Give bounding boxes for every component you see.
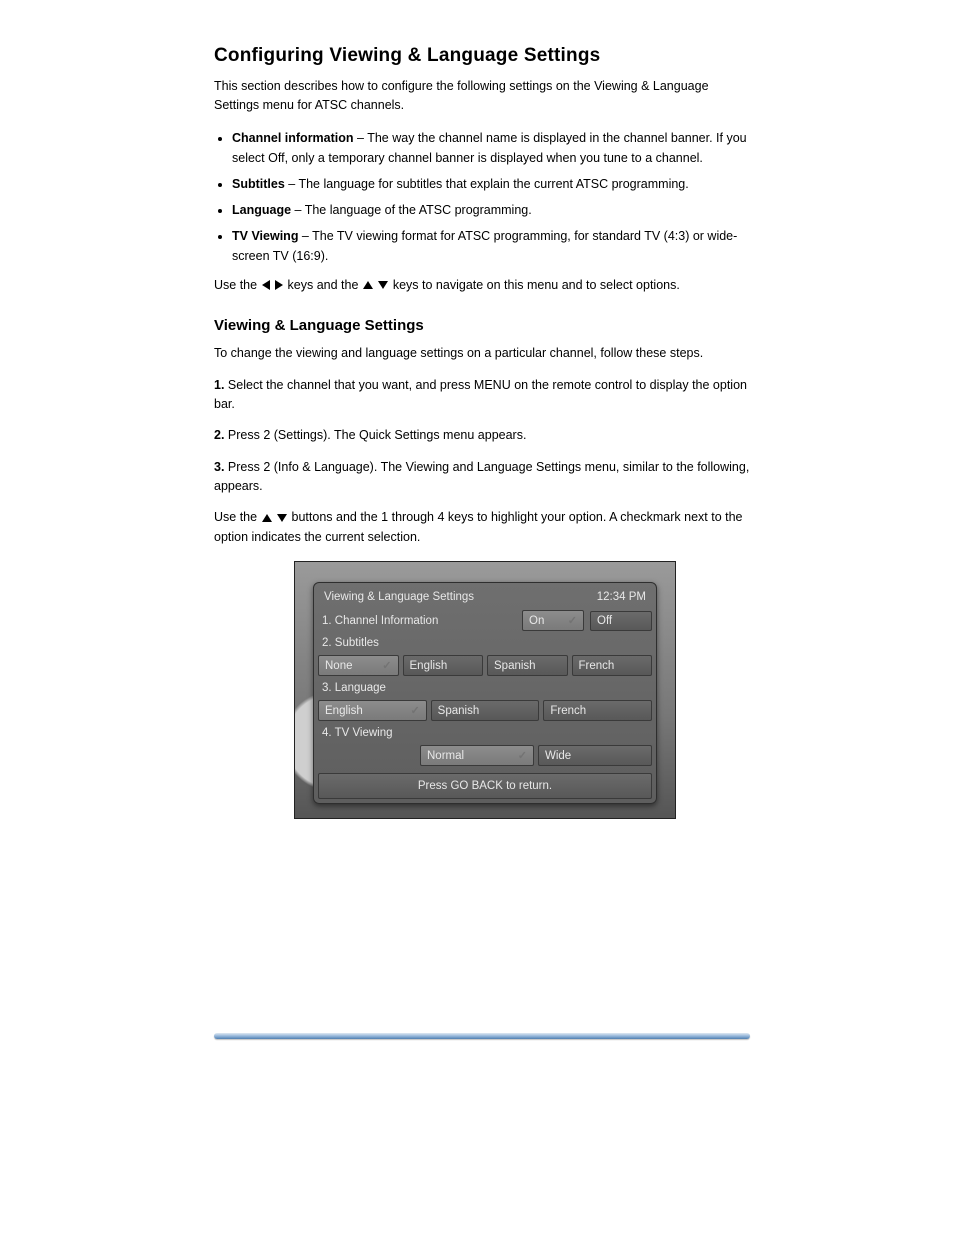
option-english[interactable]: English ✓ — [318, 700, 427, 721]
arrow-up-icon — [363, 281, 373, 289]
bullet-list: Channel information – The way the channe… — [214, 128, 754, 266]
step-text: Select the channel that you want, and pr… — [214, 378, 747, 411]
bullet-term: Subtitles — [232, 177, 285, 191]
option-text: Spanish — [494, 660, 536, 672]
option-normal[interactable]: Normal ✓ — [420, 745, 534, 766]
list-item: Language – The language of the ATSC prog… — [232, 200, 754, 220]
row-label-subtitles: 2. Subtitles — [318, 634, 652, 652]
settings-panel: Viewing & Language Settings 12:34 PM 1. … — [313, 582, 657, 804]
cont-b: buttons and the 1 through 4 keys to high… — [214, 510, 743, 543]
steps-intro: To change the viewing and language setti… — [214, 344, 754, 363]
list-item: Subtitles – The language for subtitles t… — [232, 174, 754, 194]
step-text: Press 2 (Settings). The Quick Settings m… — [228, 428, 527, 442]
option-spanish[interactable]: Spanish — [487, 655, 568, 676]
arrow-left-icon — [262, 280, 270, 290]
option-english[interactable]: English — [403, 655, 484, 676]
check-icon: ✓ — [382, 659, 391, 672]
option-french[interactable]: French — [572, 655, 653, 676]
check-icon: ✓ — [568, 614, 577, 627]
option-on[interactable]: On ✓ — [522, 610, 584, 631]
step-2: 2. Press 2 (Settings). The Quick Setting… — [214, 426, 754, 445]
bullet-desc: – The language of the ATSC programming. — [291, 203, 532, 217]
list-item: Channel information – The way the channe… — [232, 128, 754, 168]
step-3: 3. Press 2 (Info & Language). The Viewin… — [214, 458, 754, 497]
bullet-term: Language — [232, 203, 291, 217]
option-wide[interactable]: Wide — [538, 745, 652, 766]
opts-tvview: Normal ✓ Wide — [318, 745, 652, 766]
arrow-down-icon — [378, 281, 388, 289]
step-text: Press 2 (Info & Language). The Viewing a… — [214, 460, 749, 493]
step-1: 1. Select the channel that you want, and… — [214, 376, 754, 415]
option-spanish[interactable]: Spanish — [431, 700, 540, 721]
settings-screenshot: Viewing & Language Settings 12:34 PM 1. … — [294, 561, 676, 819]
check-icon: ✓ — [518, 749, 527, 762]
row-label-language: 3. Language — [318, 679, 652, 697]
option-text: Wide — [545, 750, 571, 762]
opts-subtitles: None ✓ English Spanish French — [318, 655, 652, 676]
option-none[interactable]: None ✓ — [318, 655, 399, 676]
bullet-desc: – The TV viewing format for ATSC program… — [232, 229, 737, 263]
arrow-right-icon — [275, 280, 283, 290]
option-text: French — [550, 705, 586, 717]
option-text: Spanish — [438, 705, 480, 717]
nav-hint-b: keys and the — [288, 278, 362, 292]
bullet-term: TV Viewing — [232, 229, 298, 243]
continue-hint: Use the buttons and the 1 through 4 keys… — [214, 508, 754, 547]
option-text: Off — [597, 615, 612, 627]
nav-hint-c: keys to navigate on this menu and to sel… — [393, 278, 680, 292]
row-label: 1. Channel Information — [318, 612, 516, 630]
section-title: Viewing & Language Settings — [214, 317, 754, 334]
option-text: None — [325, 660, 353, 672]
list-item: TV Viewing – The TV viewing format for A… — [232, 226, 754, 266]
page-divider — [214, 1033, 750, 1039]
option-off[interactable]: Off — [590, 611, 652, 631]
option-french[interactable]: French — [543, 700, 652, 721]
cont-a: Use the — [214, 510, 261, 524]
row-label-tvview: 4. TV Viewing — [318, 724, 652, 742]
bullet-term: Channel information — [232, 131, 354, 145]
panel-time: 12:34 PM — [597, 591, 646, 603]
opts-language: English ✓ Spanish French — [318, 700, 652, 721]
option-text: Normal — [427, 750, 464, 762]
page-title: Configuring Viewing & Language Settings — [214, 45, 754, 67]
option-text: English — [325, 705, 363, 717]
nav-hint: Use the keys and the keys to navigate on… — [214, 276, 754, 295]
arrow-up-icon — [262, 514, 272, 522]
panel-header: Viewing & Language Settings 12:34 PM — [318, 587, 652, 607]
check-icon: ✓ — [410, 704, 419, 717]
bullet-desc: – The language for subtitles that explai… — [285, 177, 689, 191]
row-channel-info: 1. Channel Information On ✓ Off — [318, 610, 652, 631]
option-text: English — [410, 660, 448, 672]
panel-footer: Press GO BACK to return. — [318, 773, 652, 799]
panel-title: Viewing & Language Settings — [324, 591, 474, 603]
intro-text: This section describes how to configure … — [214, 77, 754, 116]
option-text: French — [579, 660, 615, 672]
nav-hint-a: Use the — [214, 278, 261, 292]
option-text: On — [529, 615, 544, 627]
arrow-down-icon — [277, 514, 287, 522]
